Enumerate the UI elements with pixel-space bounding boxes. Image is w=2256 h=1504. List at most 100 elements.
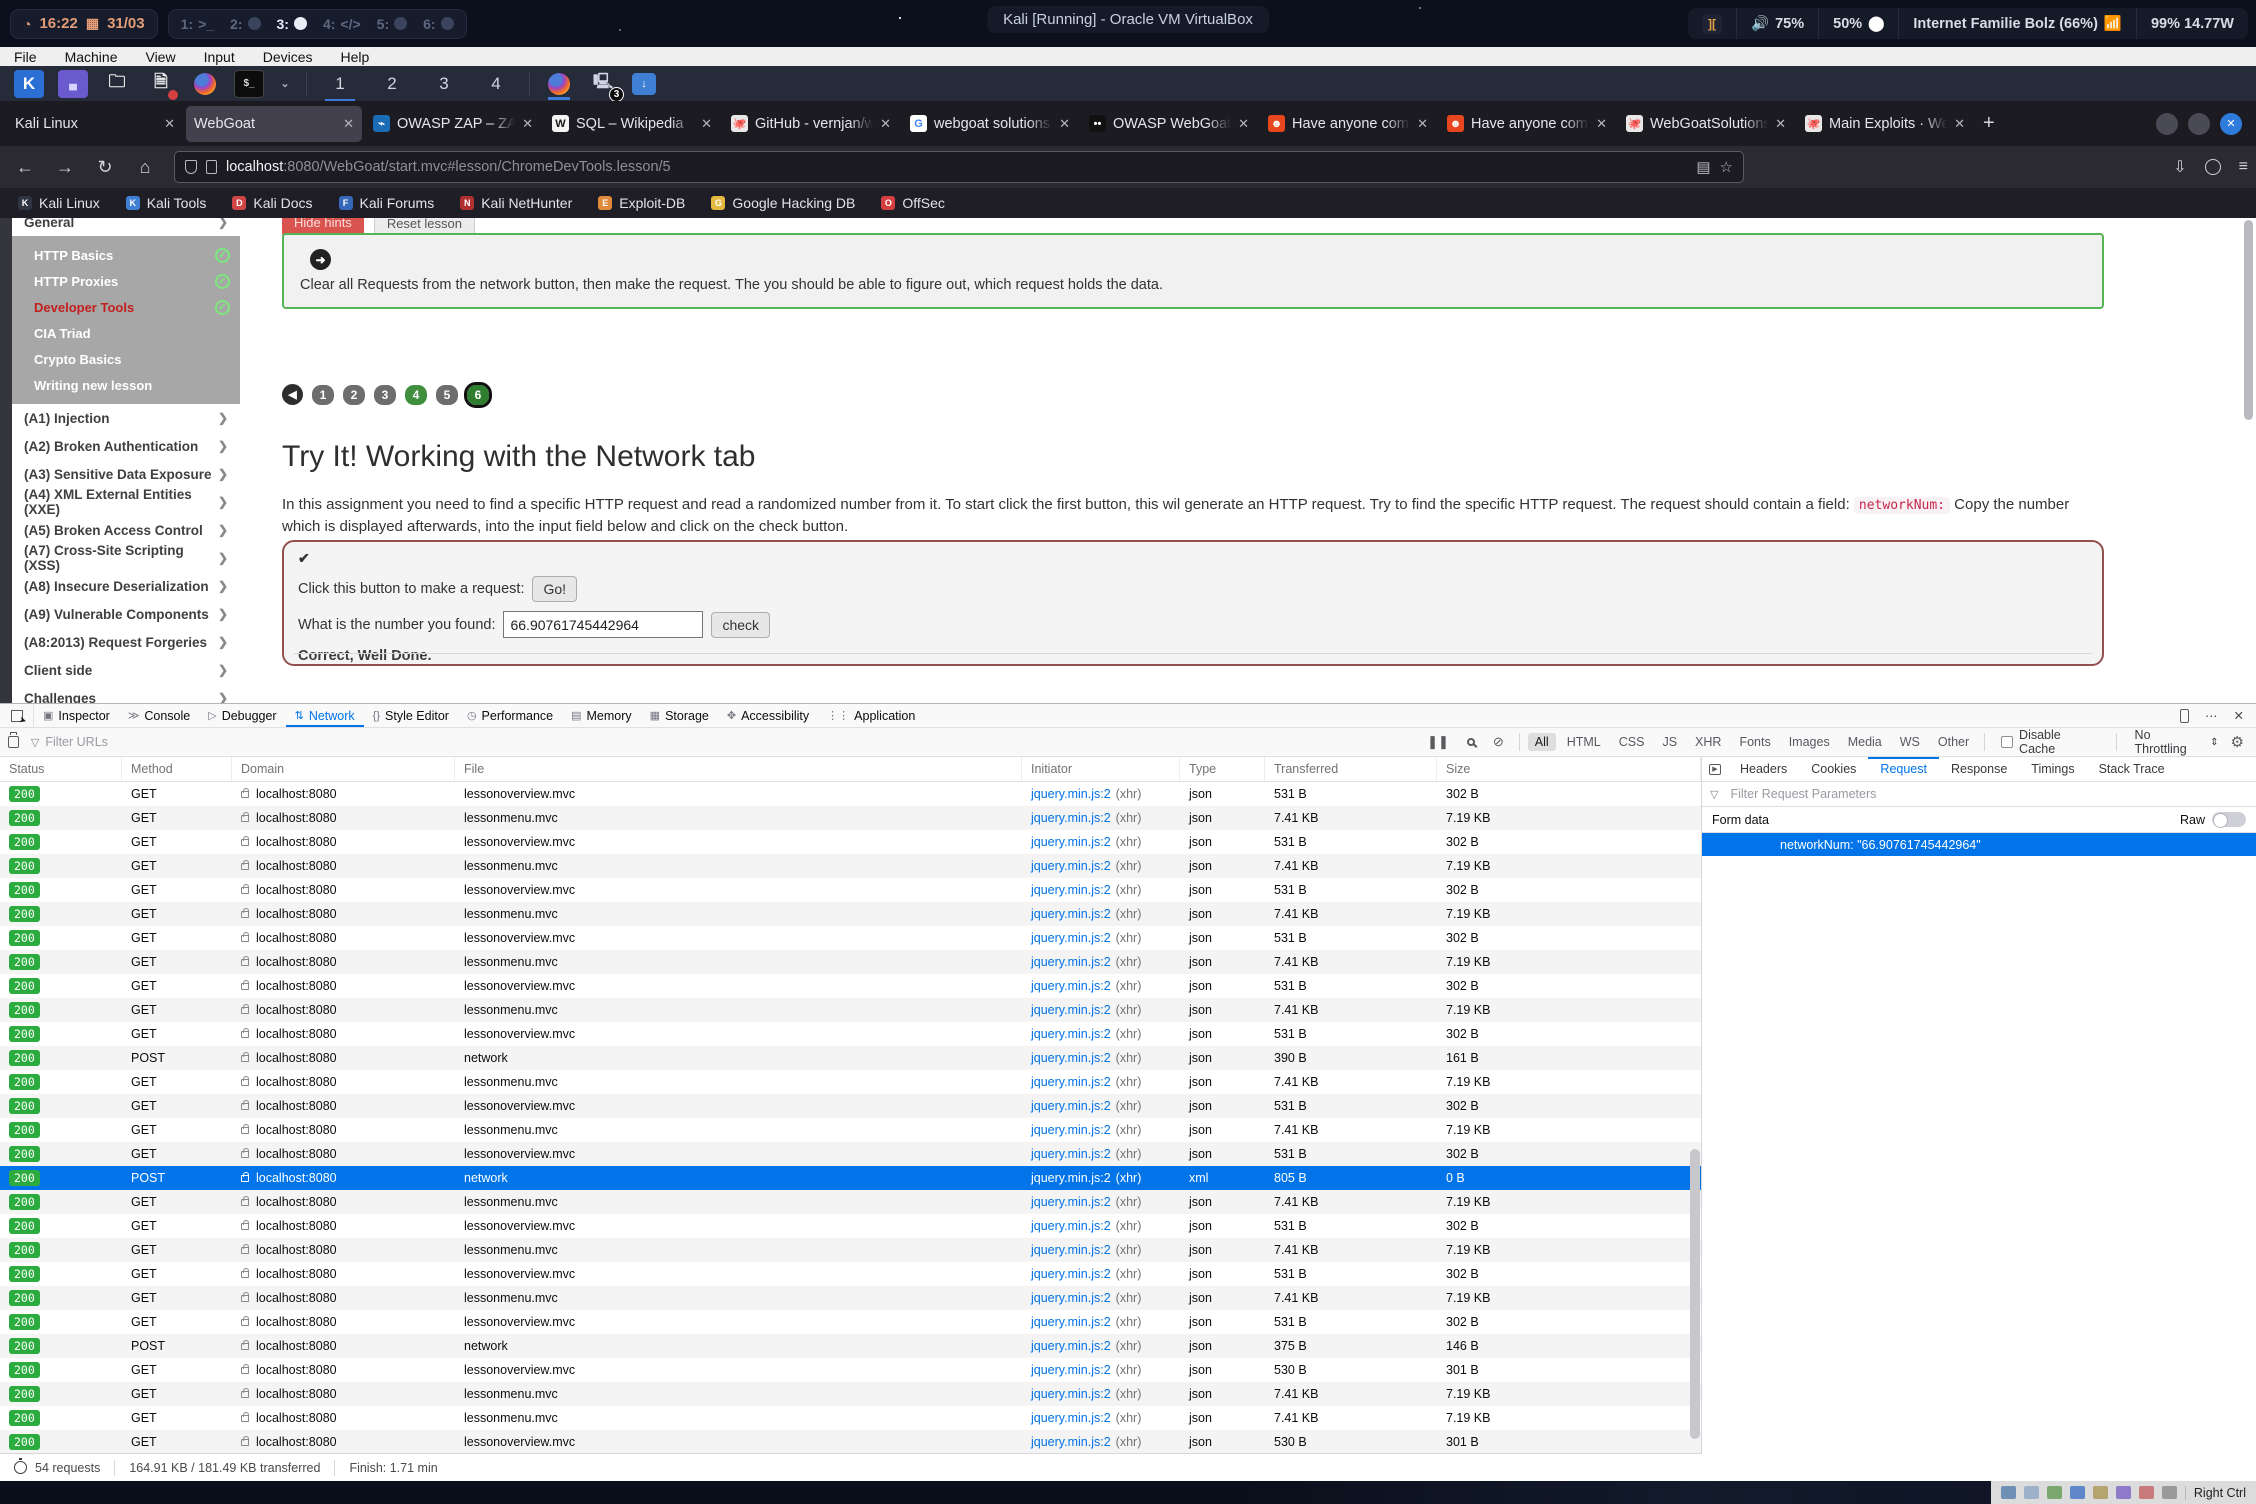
initiator-link[interactable]: jquery.min.js:2 bbox=[1031, 787, 1111, 801]
request-row-4[interactable]: 200GETlocalhost:8080lessonmenu.mvcjquery… bbox=[0, 854, 1701, 878]
panel-workspace-1[interactable]: 1:>_ bbox=[181, 16, 214, 32]
sidebar-item-general[interactable]: General❯ bbox=[12, 218, 240, 236]
reader-mode-icon[interactable]: ▤ bbox=[1696, 158, 1710, 176]
filter-xhr[interactable]: XHR bbox=[1688, 733, 1728, 751]
initiator-link[interactable]: jquery.min.js:2 bbox=[1031, 883, 1111, 897]
taskbar-workspace-2[interactable]: 2 bbox=[373, 67, 411, 100]
request-row-24[interactable]: 200POSTlocalhost:8080networkjquery.min.j… bbox=[0, 1334, 1701, 1358]
initiator-link[interactable]: jquery.min.js:2 bbox=[1031, 1051, 1111, 1065]
vbox-menu-help[interactable]: Help bbox=[341, 49, 370, 65]
lesson-page-1[interactable]: 1 bbox=[312, 385, 334, 405]
initiator-link[interactable]: jquery.min.js:2 bbox=[1031, 1171, 1111, 1185]
request-row-25[interactable]: 200GETlocalhost:8080lessonoverview.mvcjq… bbox=[0, 1358, 1701, 1382]
workspace-indicator[interactable]: 1:>_2:3:4:</>5:6: bbox=[168, 9, 467, 39]
page-scrollbar[interactable] bbox=[2244, 220, 2253, 420]
pick-element-icon[interactable] bbox=[0, 704, 34, 727]
firefox-running-icon[interactable] bbox=[544, 70, 574, 98]
initiator-link[interactable]: jquery.min.js:2 bbox=[1031, 1435, 1111, 1449]
panel-workspace-2[interactable]: 2: bbox=[230, 16, 260, 32]
initiator-link[interactable]: jquery.min.js:2 bbox=[1031, 1243, 1111, 1257]
sidebar-item--a1-injection[interactable]: (A1) Injection❯ bbox=[12, 404, 240, 432]
form-data-param[interactable]: networkNum: "66.90761745442964" bbox=[1702, 833, 2256, 856]
request-row-23[interactable]: 200GETlocalhost:8080lessonoverview.mvcjq… bbox=[0, 1310, 1701, 1334]
responsive-mode-icon[interactable] bbox=[2180, 709, 2189, 723]
request-row-8[interactable]: 200GETlocalhost:8080lessonmenu.mvcjquery… bbox=[0, 950, 1701, 974]
panel-tab-request[interactable]: Request bbox=[1868, 757, 1939, 781]
tab-list-button[interactable] bbox=[2156, 113, 2178, 135]
go-button[interactable]: Go! bbox=[532, 576, 577, 602]
panel-tab-stack-trace[interactable]: Stack Trace bbox=[2087, 757, 2177, 781]
tab-close-icon[interactable]: ✕ bbox=[343, 116, 354, 132]
request-row-14[interactable]: 200GETlocalhost:8080lessonoverview.mvcjq… bbox=[0, 1094, 1701, 1118]
filter-other[interactable]: Other bbox=[1931, 733, 1976, 751]
sidebar-item--a2-broken-authentication[interactable]: (A2) Broken Authentication❯ bbox=[12, 432, 240, 460]
filter-ws[interactable]: WS bbox=[1893, 733, 1927, 751]
initiator-link[interactable]: jquery.min.js:2 bbox=[1031, 835, 1111, 849]
request-row-1[interactable]: 200GETlocalhost:8080lessonoverview.mvcjq… bbox=[0, 782, 1701, 806]
stopwatch-icon[interactable] bbox=[14, 1461, 27, 1474]
network-settings-gear-icon[interactable]: ⚙ bbox=[2231, 733, 2244, 751]
vbox-menu-view[interactable]: View bbox=[145, 49, 175, 65]
file-manager-icon[interactable]: 🗀 bbox=[102, 70, 132, 98]
initiator-link[interactable]: jquery.min.js:2 bbox=[1031, 1363, 1111, 1377]
browser-tab-9[interactable]: ☻Have anyone comple✕ bbox=[1439, 106, 1615, 142]
block-icon[interactable]: ⊘ bbox=[1493, 734, 1504, 750]
initiator-link[interactable]: jquery.min.js:2 bbox=[1031, 811, 1111, 825]
terminal-running-icon[interactable]: 🖳3 bbox=[588, 70, 618, 98]
panel-collapse-icon[interactable]: ▶ bbox=[1702, 757, 1728, 781]
browser-tab-4[interactable]: WSQL – Wikipedia✕ bbox=[544, 106, 720, 142]
sidebar-item--a9-vulnerable-components[interactable]: (A9) Vulnerable Components❯ bbox=[12, 600, 240, 628]
request-row-13[interactable]: 200GETlocalhost:8080lessonmenu.mvcjquery… bbox=[0, 1070, 1701, 1094]
initiator-link[interactable]: jquery.min.js:2 bbox=[1031, 979, 1111, 993]
panel-workspace-4[interactable]: 4:</> bbox=[323, 16, 361, 32]
sidebar-item--a8-2013-request-forgeries[interactable]: (A8:2013) Request Forgeries❯ bbox=[12, 628, 240, 656]
lesson-page-3[interactable]: 3 bbox=[374, 385, 396, 405]
bookmark-star-icon[interactable]: ☆ bbox=[1720, 158, 1733, 176]
initiator-link[interactable]: jquery.min.js:2 bbox=[1031, 907, 1111, 921]
browser-tab-1[interactable]: Kali Linux✕ bbox=[7, 106, 183, 142]
initiator-link[interactable]: jquery.min.js:2 bbox=[1031, 1315, 1111, 1329]
new-tab-button[interactable]: + bbox=[1983, 112, 1995, 135]
sidebar-item--a8-insecure-deserialization[interactable]: (A8) Insecure Deserialization❯ bbox=[12, 572, 240, 600]
bookmark-kali-tools[interactable]: KKali Tools bbox=[126, 195, 207, 211]
sidebar-item--a3-sensitive-data-exposure[interactable]: (A3) Sensitive Data Exposure❯ bbox=[12, 460, 240, 488]
vbox-menu-machine[interactable]: Machine bbox=[65, 49, 118, 65]
request-row-9[interactable]: 200GETlocalhost:8080lessonoverview.mvcjq… bbox=[0, 974, 1701, 998]
initiator-link[interactable]: jquery.min.js:2 bbox=[1031, 1411, 1111, 1425]
request-row-22[interactable]: 200GETlocalhost:8080lessonmenu.mvcjquery… bbox=[0, 1286, 1701, 1310]
request-row-6[interactable]: 200GETlocalhost:8080lessonmenu.mvcjquery… bbox=[0, 902, 1701, 926]
request-row-12[interactable]: 200POSTlocalhost:8080networkjquery.min.j… bbox=[0, 1046, 1701, 1070]
browser-tab-6[interactable]: Gwebgoat solutions -✕ bbox=[902, 106, 1078, 142]
browser-tab-11[interactable]: 🐙Main Exploits · WebG✕ bbox=[1797, 106, 1973, 142]
hdd-status-icon[interactable] bbox=[2001, 1486, 2016, 1499]
initiator-link[interactable]: jquery.min.js:2 bbox=[1031, 859, 1111, 873]
browser-tab-10[interactable]: 🐙WebGoatSolutions/S✕ bbox=[1618, 106, 1794, 142]
request-row-28[interactable]: 200GETlocalhost:8080lessonoverview.mvcjq… bbox=[0, 1430, 1701, 1454]
filter-html[interactable]: HTML bbox=[1560, 733, 1608, 751]
launcher-expand-chevron[interactable]: ⌄ bbox=[278, 70, 292, 98]
filter-css[interactable]: CSS bbox=[1612, 733, 1652, 751]
request-row-17[interactable]: 200POSTlocalhost:8080networkjquery.min.j… bbox=[0, 1166, 1701, 1190]
clear-requests-icon[interactable] bbox=[8, 736, 19, 748]
request-row-11[interactable]: 200GETlocalhost:8080lessonoverview.mvcjq… bbox=[0, 1022, 1701, 1046]
downloads-folder-icon[interactable]: ↓ bbox=[632, 73, 656, 95]
devtools-tab-debugger[interactable]: ▷Debugger bbox=[199, 704, 285, 727]
column-header-transferred[interactable]: Transferred bbox=[1265, 757, 1437, 781]
initiator-link[interactable]: jquery.min.js:2 bbox=[1031, 1291, 1111, 1305]
firefox-launcher-icon[interactable] bbox=[190, 70, 220, 98]
tab-close-icon[interactable]: ✕ bbox=[701, 116, 712, 132]
sidebar-item-crypto-basics[interactable]: Crypto Basics bbox=[12, 346, 240, 372]
sidebar-item--a7-cross-site-scripting-xss-[interactable]: (A7) Cross-Site Scripting (XSS)❯ bbox=[12, 544, 240, 572]
vbox-menu-devices[interactable]: Devices bbox=[263, 49, 313, 65]
filter-urls-input[interactable]: Filter URLs bbox=[45, 735, 1418, 749]
panel-workspace-3[interactable]: 3: bbox=[277, 16, 307, 32]
lesson-page-6[interactable]: 6 bbox=[467, 385, 489, 405]
app-launcher-icon[interactable]: ▄ bbox=[58, 70, 88, 98]
request-row-20[interactable]: 200GETlocalhost:8080lessonmenu.mvcjquery… bbox=[0, 1238, 1701, 1262]
devtools-close-icon[interactable]: ✕ bbox=[2234, 708, 2244, 723]
filter-request-parameters-input[interactable]: ▽ Filter Request Parameters bbox=[1702, 782, 2256, 807]
filter-all[interactable]: All bbox=[1528, 733, 1556, 751]
panel-tab-timings[interactable]: Timings bbox=[2019, 757, 2086, 781]
bookmark-kali-forums[interactable]: FKali Forums bbox=[339, 195, 435, 211]
initiator-link[interactable]: jquery.min.js:2 bbox=[1031, 1027, 1111, 1041]
